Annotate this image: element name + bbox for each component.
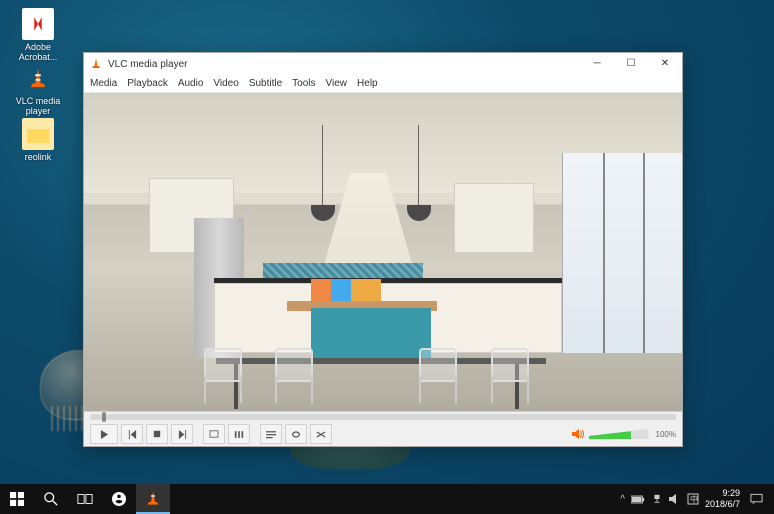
previous-button[interactable] [121,424,143,444]
extended-settings-button[interactable] [228,424,250,444]
shuffle-button[interactable] [310,424,332,444]
folder-icon [22,118,54,150]
taskbar: ^ 中 9:29 2018/6/7 [0,484,774,514]
desktop-icon-label: reolink [8,152,68,162]
playlist-button[interactable] [260,424,282,444]
battery-icon[interactable] [631,495,645,504]
loop-button[interactable] [285,424,307,444]
clock-date: 2018/6/7 [705,499,740,510]
video-area[interactable] [84,93,682,411]
mute-button[interactable] [572,429,584,439]
adobe-acrobat-icon [22,8,54,40]
svg-text:中: 中 [690,494,698,504]
volume-label: 100% [656,430,676,439]
tray-chevron-up-icon[interactable]: ^ [620,494,625,505]
window-title: VLC media player [108,59,580,70]
volume-slider[interactable] [589,429,649,439]
stop-button[interactable] [146,424,168,444]
ime-icon[interactable]: 中 [687,493,699,505]
controls-bar: 100% [84,411,682,446]
menu-audio[interactable]: Audio [178,78,204,89]
desktop-icon-label: Adobe Acrobat... [8,42,68,62]
menu-tools[interactable]: Tools [292,78,315,89]
desktop-icon-reolink[interactable]: reolink [8,118,68,162]
menu-playback[interactable]: Playback [127,78,168,89]
close-button[interactable]: ✕ [648,53,682,75]
seek-slider[interactable] [90,414,676,420]
vlc-window: VLC media player ─ ☐ ✕ Media Playback Au… [83,52,683,447]
play-button[interactable] [90,424,118,444]
desktop[interactable]: Adobe Acrobat... VLC media player reolin… [0,0,774,514]
maximize-button[interactable]: ☐ [614,53,648,75]
desktop-icon-acrobat[interactable]: Adobe Acrobat... [8,8,68,62]
menu-media[interactable]: Media [90,78,117,89]
vlc-cone-icon [22,62,54,94]
menu-help[interactable]: Help [357,78,378,89]
menu-subtitle[interactable]: Subtitle [249,78,282,89]
clock-time: 9:29 [705,488,740,499]
start-button[interactable] [0,484,34,514]
action-center-button[interactable] [746,484,766,514]
system-tray: ^ 中 9:29 2018/6/7 [620,484,774,514]
search-button[interactable] [34,484,68,514]
taskbar-app-pinned[interactable] [102,484,136,514]
fullscreen-button[interactable] [203,424,225,444]
desktop-icon-vlc[interactable]: VLC media player [8,62,68,116]
menubar: Media Playback Audio Video Subtitle Tool… [84,75,682,93]
titlebar[interactable]: VLC media player ─ ☐ ✕ [84,53,682,75]
taskbar-app-vlc[interactable] [136,484,170,514]
next-button[interactable] [171,424,193,444]
menu-view[interactable]: View [326,78,348,89]
network-icon[interactable] [651,494,663,504]
minimize-button[interactable]: ─ [580,53,614,75]
volume-icon[interactable] [669,494,681,504]
menu-video[interactable]: Video [213,78,238,89]
vlc-cone-icon [90,57,104,71]
desktop-icon-label: VLC media player [8,96,68,116]
clock[interactable]: 9:29 2018/6/7 [705,488,740,510]
task-view-button[interactable] [68,484,102,514]
video-content-kitchen [84,93,682,411]
seek-thumb[interactable] [102,412,106,422]
